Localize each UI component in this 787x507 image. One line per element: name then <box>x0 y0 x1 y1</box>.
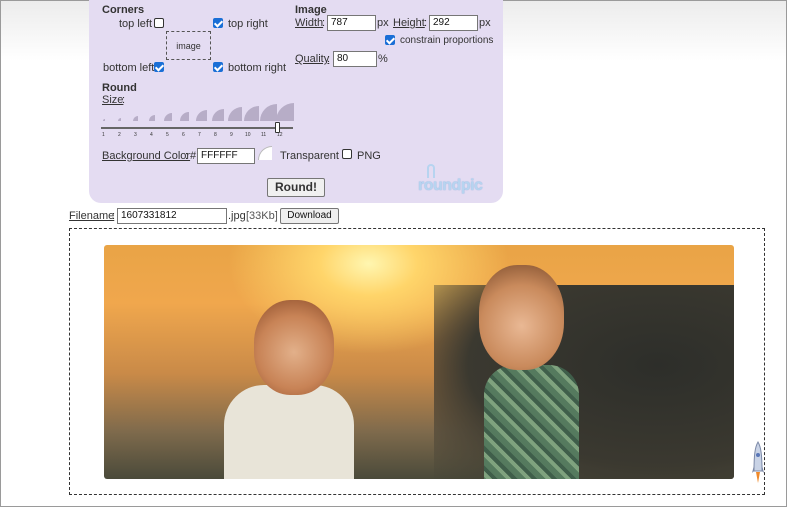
quality-input[interactable]: 80 <box>333 51 377 67</box>
constrain-checkbox[interactable] <box>385 35 395 45</box>
transparent-label: Transparent <box>280 150 339 162</box>
background-color-input[interactable]: FFFFFF <box>197 148 255 164</box>
top-right-checkbox[interactable] <box>213 18 223 28</box>
corner-preview: image <box>166 31 211 60</box>
quality-label[interactable]: Quality <box>295 53 329 65</box>
file-extension: .jpg <box>228 210 246 222</box>
height-unit: px <box>479 17 491 29</box>
photo-boy-shirt <box>224 385 354 479</box>
size-tick: 12 <box>277 132 283 138</box>
width-label[interactable]: Width <box>295 17 323 29</box>
width-unit: px <box>377 17 389 29</box>
image-heading: Image <box>295 4 327 16</box>
bottom-left-checkbox[interactable] <box>154 62 164 72</box>
top-left-checkbox[interactable] <box>154 18 164 28</box>
size-preview-1[interactable] <box>103 119 105 121</box>
size-preview-4[interactable] <box>149 115 155 121</box>
filename-input[interactable]: 1607331812 <box>117 208 227 224</box>
quality-unit: % <box>378 53 388 65</box>
scroll-top-rocket-icon[interactable] <box>752 441 764 485</box>
logo-ear-icon <box>427 164 435 178</box>
corner-preview-label: image <box>176 40 201 51</box>
width-input[interactable]: 787 <box>327 15 376 31</box>
round-heading: Round <box>102 82 137 94</box>
size-slider-track[interactable] <box>101 127 293 129</box>
filename-label[interactable]: Filename <box>69 210 114 222</box>
png-checkbox[interactable] <box>342 149 352 159</box>
size-tick: 10 <box>245 132 251 138</box>
constrain-label: constrain proportions <box>400 35 494 46</box>
roundpic-logo[interactable]: roundpic <box>418 177 483 195</box>
size-tick: 3 <box>134 132 137 138</box>
round-button[interactable]: Round! <box>267 178 325 197</box>
download-button[interactable]: Download <box>280 208 339 224</box>
size-tick: 11 <box>261 132 267 138</box>
height-input[interactable]: 292 <box>429 15 478 31</box>
size-tick: 4 <box>150 132 153 138</box>
photo-girl-dress <box>484 365 579 479</box>
corners-heading: Corners <box>102 4 145 16</box>
size-tick: 8 <box>214 132 217 138</box>
size-tick: 9 <box>230 132 233 138</box>
hash-symbol: # <box>190 150 197 162</box>
top-right-label: top right <box>228 18 268 30</box>
file-size: [33Kb] <box>246 210 278 222</box>
size-tick: 2 <box>118 132 121 138</box>
background-color-label[interactable]: Background Color <box>102 150 190 162</box>
size-tick: 7 <box>198 132 201 138</box>
result-image[interactable] <box>104 245 734 479</box>
size-tick: 1 <box>102 132 105 138</box>
photo-girl-head <box>479 265 564 370</box>
size-tick: 5 <box>166 132 169 138</box>
bottom-right-label: bottom right <box>228 62 287 74</box>
photo-boy-head <box>254 300 334 395</box>
size-label[interactable]: Size <box>102 94 123 106</box>
top-left-label: top left <box>119 18 153 30</box>
size-tick: 6 <box>182 132 185 138</box>
png-label: PNG <box>357 150 381 162</box>
bottom-right-checkbox[interactable] <box>213 62 223 72</box>
height-label[interactable]: Height <box>393 17 425 29</box>
size-preview-2[interactable] <box>118 118 121 121</box>
bottom-left-label: bottom left <box>103 62 155 74</box>
size-preview-3[interactable] <box>133 116 138 121</box>
